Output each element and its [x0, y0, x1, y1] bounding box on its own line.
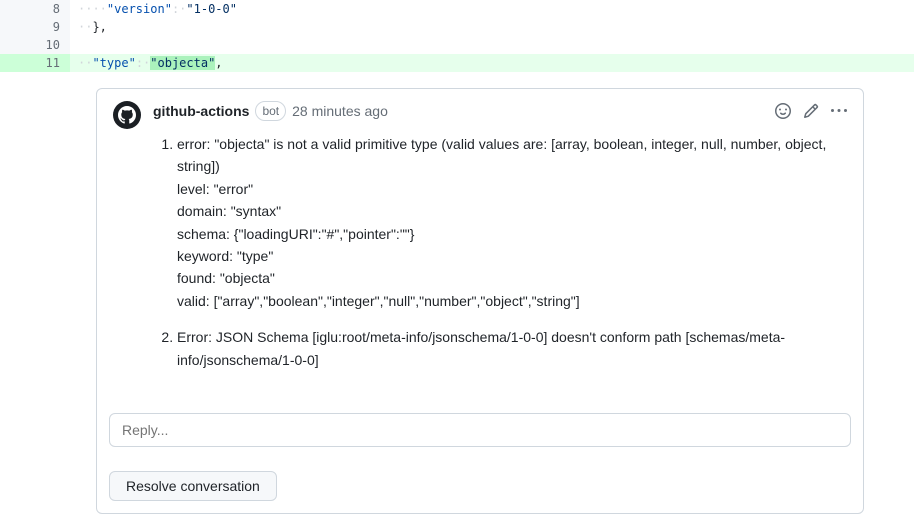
code-content: ··}, — [70, 18, 914, 36]
comment-author[interactable]: github-actions — [153, 103, 249, 119]
bot-badge: bot — [255, 101, 286, 121]
diff-line: 9 ··}, — [0, 18, 914, 36]
diff-line: 8 ····"version":·"1-0-0" — [0, 0, 914, 18]
diff-hunk: 8 ····"version":·"1-0-0" 9 ··}, 10 11 ··… — [0, 0, 914, 72]
code-content — [70, 36, 914, 54]
line-number-left — [0, 54, 35, 72]
line-number-right: 11 — [35, 54, 70, 72]
reply-input[interactable] — [109, 413, 851, 447]
diff-line: 10 — [0, 36, 914, 54]
error-item-1: error: "objecta" is not a valid primitiv… — [177, 133, 847, 312]
line-number-left — [0, 36, 35, 54]
line-number-right: 9 — [35, 18, 70, 36]
review-comment: github-actions bot 28 minutes ago — [96, 88, 864, 514]
line-number-right: 8 — [35, 0, 70, 18]
line-number-right: 10 — [35, 36, 70, 54]
github-icon — [118, 106, 136, 124]
emoji-reaction-button[interactable] — [775, 103, 791, 119]
code-content: ····"version":·"1-0-0" — [70, 0, 914, 18]
line-number-left — [0, 0, 35, 18]
edit-button[interactable] — [803, 103, 819, 119]
comment-timestamp[interactable]: 28 minutes ago — [292, 103, 388, 119]
error-item-2: Error: JSON Schema [iglu:root/meta-info/… — [177, 326, 847, 371]
diff-line-added: 11 ··"type":·"objecta", — [0, 54, 914, 72]
comment-body: error: "objecta" is not a valid primitiv… — [97, 129, 863, 401]
resolve-conversation-button[interactable]: Resolve conversation — [109, 471, 277, 501]
line-number-left — [0, 18, 35, 36]
kebab-menu-button[interactable] — [831, 103, 847, 119]
code-content: ··"type":·"objecta", — [70, 54, 914, 72]
avatar[interactable] — [113, 101, 141, 129]
